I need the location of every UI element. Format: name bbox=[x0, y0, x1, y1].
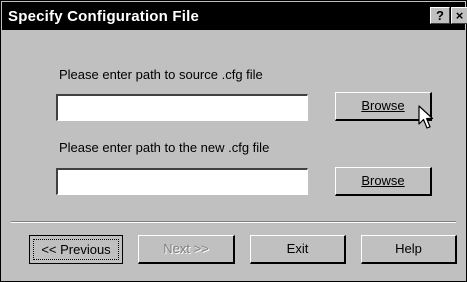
browse-new-label: Browse bbox=[361, 173, 405, 188]
new-path-input[interactable] bbox=[56, 168, 308, 195]
help-title-button[interactable]: ? bbox=[430, 7, 450, 24]
previous-button[interactable]: << Previous bbox=[29, 235, 123, 264]
next-button[interactable]: Next >> bbox=[138, 235, 235, 264]
browse-new-button[interactable]: Browse bbox=[335, 167, 432, 196]
source-path-input[interactable] bbox=[56, 94, 308, 121]
dialog-window: Specify Configuration File ? × Please en… bbox=[0, 0, 467, 282]
exit-button[interactable]: Exit bbox=[250, 235, 346, 264]
next-label: Next >> bbox=[163, 241, 209, 256]
exit-label: Exit bbox=[286, 241, 309, 256]
footer-divider bbox=[11, 221, 456, 223]
close-button[interactable]: × bbox=[451, 7, 467, 24]
new-path-label: Please enter path to the new .cfg file bbox=[59, 140, 270, 155]
title-bar: Specify Configuration File ? × bbox=[2, 2, 467, 30]
previous-label: << Previous bbox=[41, 242, 111, 257]
help-button[interactable]: Help bbox=[361, 235, 457, 264]
help-label: Help bbox=[395, 241, 422, 256]
source-path-label: Please enter path to source .cfg file bbox=[59, 67, 263, 82]
browse-source-label: Browse bbox=[361, 98, 405, 113]
mouse-pointer-icon bbox=[418, 105, 434, 129]
dialog-title: Specify Configuration File bbox=[8, 8, 200, 25]
